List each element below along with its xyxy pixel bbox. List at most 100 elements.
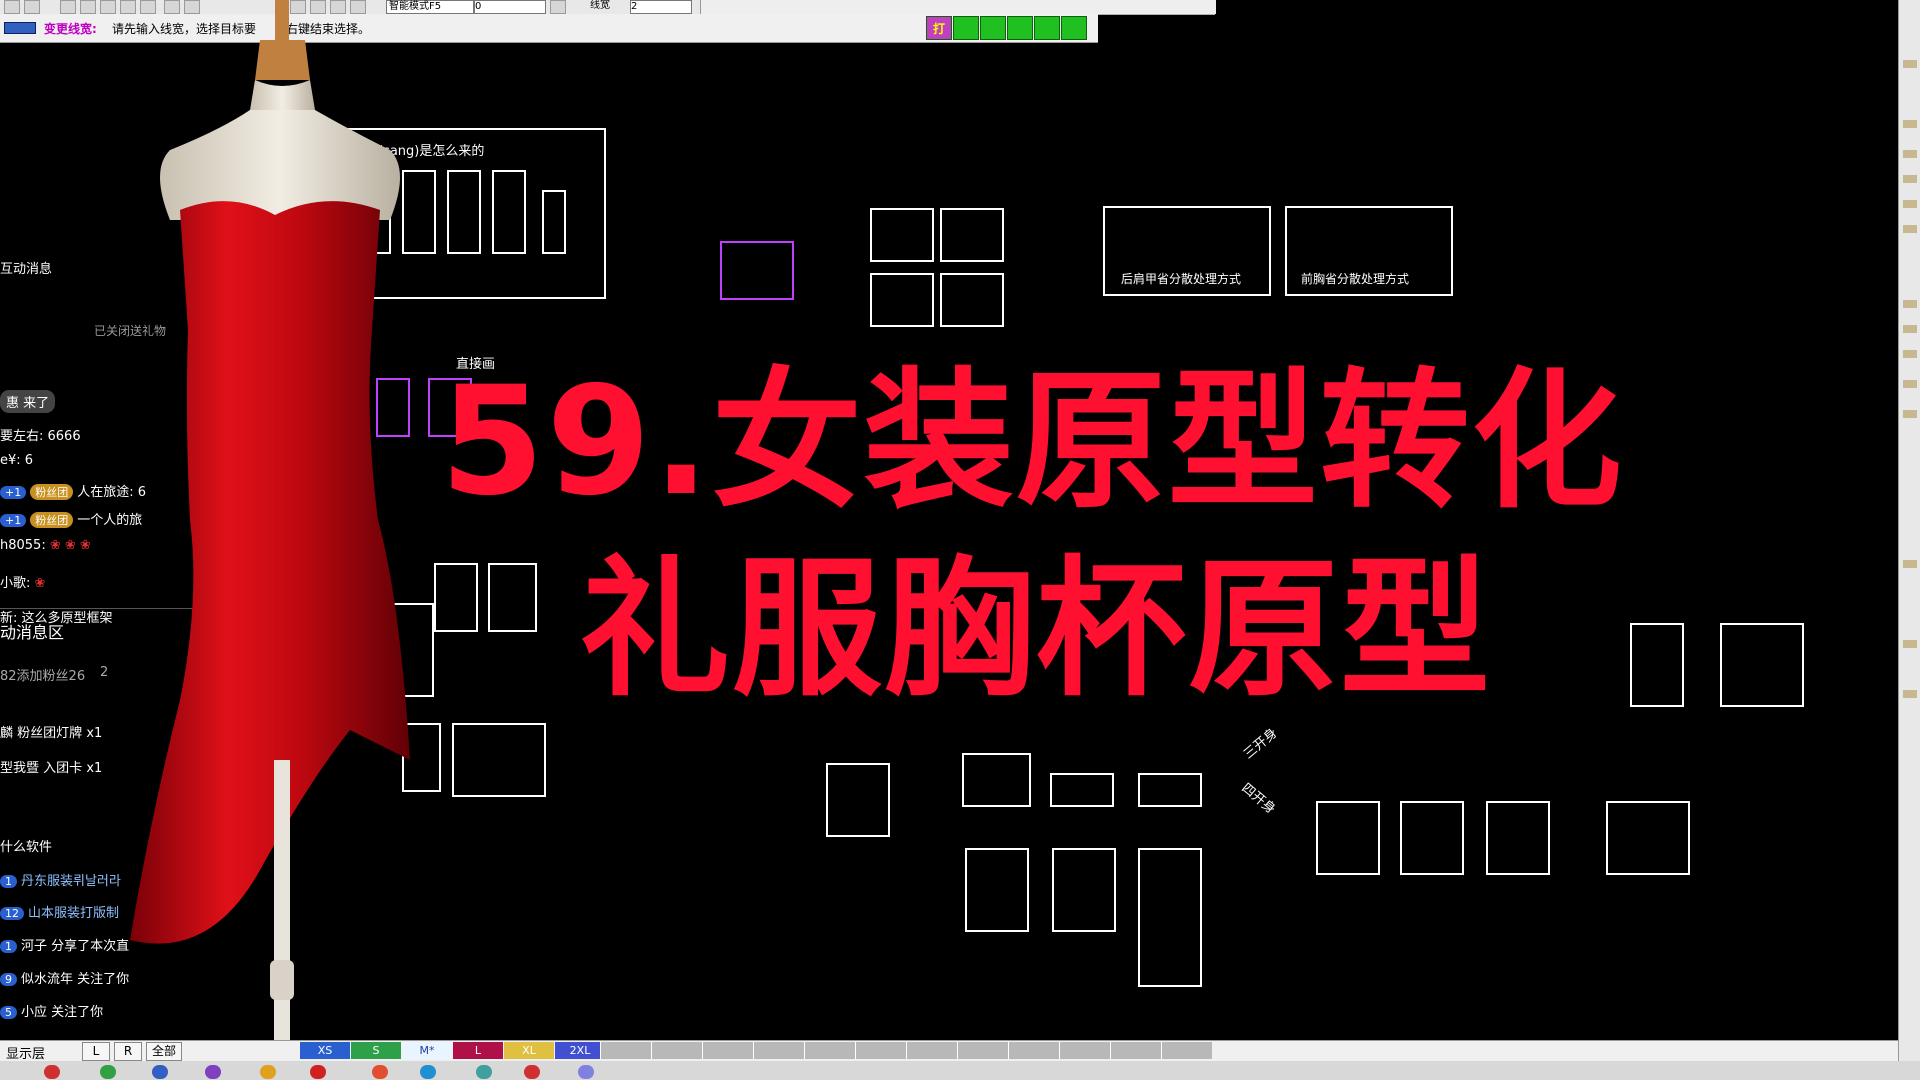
- panel-icon[interactable]: [1903, 150, 1917, 158]
- right-tool-panel: [1898, 0, 1920, 1080]
- app-icon[interactable]: [205, 1065, 221, 1079]
- chat-section-title: 动消息区: [0, 623, 65, 642]
- pattern-piece: [940, 273, 1004, 327]
- panel-icon[interactable]: [1903, 325, 1917, 333]
- size-slot[interactable]: [804, 1042, 855, 1059]
- chat-section-top: 互动消息: [0, 262, 53, 277]
- snap-end-button[interactable]: [1061, 16, 1087, 40]
- size-slot[interactable]: [651, 1042, 702, 1059]
- size-slot[interactable]: [855, 1042, 906, 1059]
- app-icon[interactable]: [372, 1065, 388, 1079]
- fan-tag: 粉丝团: [30, 512, 74, 528]
- layer-r-button[interactable]: R: [114, 1042, 142, 1061]
- chat-line: 5 小应 关注了你: [0, 1001, 103, 1020]
- panel-icon[interactable]: [1903, 350, 1917, 358]
- app-icon[interactable]: [476, 1065, 492, 1079]
- panel-icon[interactable]: [1903, 120, 1917, 128]
- pattern-piece: [452, 723, 546, 797]
- pattern-piece: [492, 170, 526, 254]
- panel-icon[interactable]: [1903, 640, 1917, 648]
- status-icon: [4, 22, 36, 34]
- level-badge: +1: [0, 514, 27, 527]
- size-slot[interactable]: [957, 1042, 1008, 1059]
- layer-l-button[interactable]: L: [82, 1042, 110, 1061]
- status-title: 变更线宽:: [44, 22, 97, 36]
- panel-icon[interactable]: [1903, 200, 1917, 208]
- size-slot[interactable]: [702, 1042, 753, 1059]
- front-dart-caption: 前胸省分散处理方式: [1301, 272, 1410, 286]
- app-icon[interactable]: [44, 1065, 60, 1079]
- taskbar: [0, 1061, 1920, 1080]
- cursor-icon[interactable]: [550, 0, 566, 14]
- panel-icon[interactable]: [1903, 690, 1917, 698]
- gift-line: 型我暨 入团卡 x1: [0, 761, 103, 776]
- pattern-piece: [1052, 848, 1116, 932]
- pattern-piece: [1050, 773, 1114, 807]
- open-icon[interactable]: [4, 0, 20, 14]
- snap-tool-button[interactable]: 打: [926, 16, 952, 40]
- size-layer-bar: 显示层 L R 全部 XS S M* L XL 2XL: [0, 1040, 1898, 1062]
- size-slot[interactable]: [1161, 1042, 1212, 1059]
- panel-icon[interactable]: [1903, 560, 1917, 568]
- label-sikai: 四开身: [1238, 780, 1278, 818]
- snap-toolbar: 打: [926, 16, 1087, 40]
- size-tab[interactable]: XS: [300, 1042, 350, 1059]
- snap-point-button[interactable]: [980, 16, 1006, 40]
- app-icon[interactable]: [152, 1065, 168, 1079]
- layer-label: 显示层: [6, 1047, 46, 1062]
- welcome-message: 惠 来了: [0, 390, 56, 413]
- size-tab[interactable]: XL: [504, 1042, 554, 1059]
- pattern-piece: [870, 208, 934, 262]
- app-icon[interactable]: [260, 1065, 276, 1079]
- panel-icon[interactable]: [1903, 225, 1917, 233]
- pattern-piece: [1486, 801, 1550, 875]
- fan-tag: 粉丝团: [30, 484, 74, 500]
- size-slot[interactable]: [1110, 1042, 1161, 1059]
- size-tab[interactable]: M*: [402, 1042, 452, 1059]
- size-slot[interactable]: [906, 1042, 957, 1059]
- size-slot[interactable]: [753, 1042, 804, 1059]
- pattern-piece: [940, 208, 1004, 262]
- size-slot[interactable]: [600, 1042, 651, 1059]
- line-width-label: 线宽: [590, 0, 610, 11]
- panel-icon[interactable]: [1903, 60, 1917, 68]
- size-slot[interactable]: [1059, 1042, 1110, 1059]
- size-tab[interactable]: 2XL: [555, 1042, 605, 1059]
- save-icon[interactable]: [24, 0, 40, 14]
- back-dart-caption: 后肩甲省分散处理方式: [1121, 272, 1242, 286]
- app-icon[interactable]: [420, 1065, 436, 1079]
- label-sankai: 三开身: [1241, 725, 1281, 763]
- app-icon[interactable]: [524, 1065, 540, 1079]
- video-title-line1: 59.女装原型转化: [440, 355, 1624, 529]
- panel-icon[interactable]: [1903, 175, 1917, 183]
- app-icon[interactable]: [578, 1065, 594, 1079]
- app-icon[interactable]: [100, 1065, 116, 1079]
- panel-icon[interactable]: [1903, 410, 1917, 418]
- line-width-input[interactable]: 2: [630, 0, 692, 14]
- size-tab[interactable]: L: [453, 1042, 503, 1059]
- zoom-out-icon[interactable]: [80, 0, 96, 14]
- pattern-piece: [965, 848, 1029, 932]
- chat-line: e¥: 6: [0, 453, 34, 468]
- dress-mannequin-image: [130, 0, 410, 1080]
- app-icon[interactable]: [310, 1065, 326, 1079]
- level-badge: +1: [0, 486, 27, 499]
- pattern-piece: [1720, 623, 1804, 707]
- snap-line-button[interactable]: [1007, 16, 1033, 40]
- size-tab[interactable]: S: [351, 1042, 401, 1059]
- size-slot[interactable]: [1008, 1042, 1059, 1059]
- snap-rect-button[interactable]: [953, 16, 979, 40]
- panel-icon[interactable]: [1903, 300, 1917, 308]
- layer-all-button[interactable]: 全部: [146, 1042, 182, 1061]
- pattern-piece: [1138, 773, 1202, 807]
- chat-line: 小歌: ❀: [0, 576, 46, 591]
- pattern-piece: [542, 190, 566, 254]
- bodice-pattern: [720, 241, 794, 300]
- zoom-in-icon[interactable]: [60, 0, 76, 14]
- value-input[interactable]: 0: [474, 0, 546, 14]
- panel-icon[interactable]: [1903, 380, 1917, 388]
- snap-corner-button[interactable]: [1034, 16, 1060, 40]
- pattern-piece: [447, 170, 481, 254]
- join-count: 82添加粉丝26: [0, 669, 86, 684]
- pattern-piece: [826, 763, 890, 837]
